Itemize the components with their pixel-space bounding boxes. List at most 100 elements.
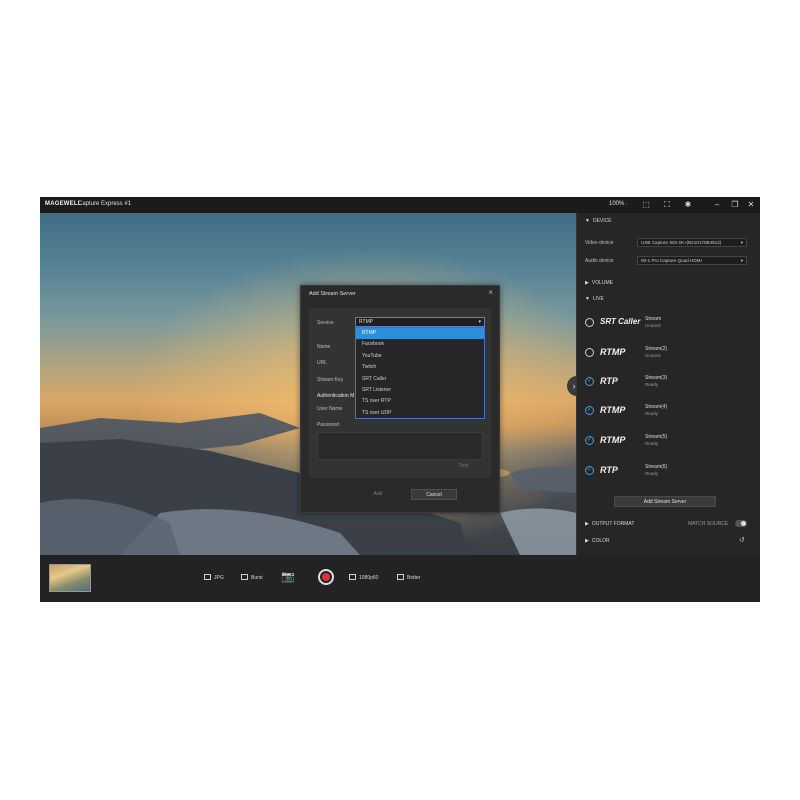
live-stream-row[interactable]: ✓ RTMP Stream(4) Ready xyxy=(585,401,755,423)
stream-name: Stream(3) xyxy=(645,375,668,381)
stream-state: Unused xyxy=(645,323,661,328)
stream-name: Stream(6) xyxy=(645,464,668,470)
camera-icon[interactable]: 📷 xyxy=(279,569,297,585)
stream-protocol: SRT Caller xyxy=(600,317,641,326)
stream-state: Ready xyxy=(645,382,659,387)
chevron-down-icon: ▾ xyxy=(478,319,481,325)
stream-state: Unused xyxy=(645,353,661,358)
chevron-right-icon: ▶ xyxy=(585,538,589,544)
service-label: Service xyxy=(317,320,334,326)
cancel-button[interactable]: Cancel xyxy=(411,489,457,500)
check-circle-icon[interactable]: ✓ xyxy=(585,406,594,415)
service-option[interactable]: Twitch xyxy=(356,362,484,373)
audio-device-value: 00-1 Pro Capture Quad HDMI xyxy=(641,258,702,263)
check-circle-icon[interactable]: ✓ xyxy=(585,466,594,475)
chevron-right-icon: ▶ xyxy=(585,280,589,286)
quality-label: Better xyxy=(407,575,421,581)
brand-logo: MAGEWELL xyxy=(45,201,82,207)
reset-icon[interactable]: ↺ xyxy=(739,536,745,544)
dialog-title: Add Stream Server xyxy=(309,291,356,297)
service-option[interactable]: YouTube xyxy=(356,351,484,362)
service-option[interactable]: SRT Listener xyxy=(356,385,484,396)
service-dropdown-list: RTMP Facebook YouTube Twitch SRT Caller … xyxy=(355,327,485,419)
fullscreen-icon[interactable]: ⛶ xyxy=(662,200,672,210)
check-circle-icon[interactable]: ✓ xyxy=(585,377,594,386)
burst-icon xyxy=(241,574,248,580)
audio-device-select[interactable]: 00-1 Pro Capture Quad HDMI ▾ xyxy=(637,256,747,265)
stream-protocol: RTMP xyxy=(600,435,626,445)
live-stream-row[interactable]: SRT Caller Stream Unused xyxy=(585,313,755,335)
stream-name: Stream xyxy=(645,316,662,322)
live-section-header[interactable]: ▼ LIVE xyxy=(585,296,604,302)
stream-state: Ready xyxy=(645,441,659,446)
video-device-select[interactable]: USB Capture SDI 4K+(B210170B4512) ▾ xyxy=(637,238,747,247)
quality-icon xyxy=(397,574,404,580)
capture-thumbnail[interactable] xyxy=(49,564,91,592)
check-circle-icon[interactable]: ✓ xyxy=(585,436,594,445)
minimize-icon[interactable]: – xyxy=(712,200,722,210)
chevron-down-icon: ▾ xyxy=(740,258,743,263)
volume-header-label: VOLUME xyxy=(591,280,613,286)
url-label: URL xyxy=(317,360,328,366)
live-header-label: LIVE xyxy=(592,296,604,302)
image-icon xyxy=(204,574,211,580)
stream-protocol: RTP xyxy=(600,465,618,475)
device-header-label: DEVICE xyxy=(592,218,612,224)
settings-icon[interactable]: ✱ xyxy=(683,200,693,210)
volume-section-header[interactable]: ▶ VOLUME xyxy=(585,280,613,286)
chevron-down-icon: ▼ xyxy=(585,218,590,224)
live-stream-row[interactable]: ✓ RTP Stream(6) Ready xyxy=(585,461,755,483)
stream-name: Stream(5) xyxy=(645,434,668,440)
stream-name: Stream(4) xyxy=(645,404,668,410)
output-format-section-header[interactable]: ▶ OUTPUT FORMAT xyxy=(585,521,634,527)
match-source-toggle[interactable] xyxy=(735,520,747,527)
service-select-value: RTMP xyxy=(359,319,374,325)
resolution-label: 1080p60 xyxy=(359,575,379,581)
match-source-label: MATCH SOURCE xyxy=(688,521,729,527)
add-button[interactable]: Add xyxy=(353,489,403,500)
snapshot-format-button[interactable]: JPG xyxy=(204,574,224,581)
service-option[interactable]: TS over UDP xyxy=(356,408,484,419)
dialog-body: Service Name URL Stream Key Authenticati… xyxy=(309,308,491,478)
service-option[interactable]: RTMP xyxy=(356,328,484,340)
add-stream-server-button[interactable]: Add Stream Server xyxy=(614,496,716,507)
color-section-header[interactable]: ▶ COLOR xyxy=(585,538,610,544)
restore-icon[interactable]: ❐ xyxy=(730,200,740,210)
device-section-header[interactable]: ▼ DEVICE xyxy=(585,218,612,224)
radio-unchecked-icon[interactable] xyxy=(585,318,594,327)
service-option[interactable]: TS over RTP xyxy=(356,396,484,407)
test-button[interactable]: Test xyxy=(459,463,468,469)
audio-device-label: Audio device xyxy=(585,258,614,264)
burst-button[interactable]: Burst xyxy=(241,574,263,581)
service-option[interactable]: Facebook xyxy=(356,339,484,350)
title-bar: MAGEWELL Capture Express #1 100% . ⬚ ⛶ ✱… xyxy=(40,197,760,213)
stream-protocol: RTMP xyxy=(600,405,626,415)
video-device-label: Video device xyxy=(585,240,614,246)
stream-protocol: RTMP xyxy=(600,347,626,357)
stream-state: Ready xyxy=(645,411,659,416)
radio-unchecked-icon[interactable] xyxy=(585,348,594,357)
stream-key-label: Stream Key xyxy=(317,377,344,383)
color-header-label: COLOR xyxy=(591,538,610,544)
quality-button[interactable]: Better xyxy=(397,574,420,581)
resolution-button[interactable]: 1080p60 xyxy=(349,574,378,581)
service-option[interactable]: SRT Caller xyxy=(356,374,484,385)
close-icon[interactable]: ✕ xyxy=(746,200,756,210)
password-label: Password xyxy=(317,422,339,428)
stream-protocol: RTP xyxy=(600,376,618,386)
name-label: Name xyxy=(317,344,331,350)
chevron-right-icon: ▶ xyxy=(585,521,589,527)
service-select[interactable]: RTMP ▾ xyxy=(355,317,485,327)
app-title: Capture Express #1 xyxy=(78,201,132,207)
live-stream-row[interactable]: ✓ RTP Stream(3) Ready xyxy=(585,372,755,394)
fit-icon[interactable]: ⬚ xyxy=(641,200,651,210)
chevron-down-icon: ▾ xyxy=(740,240,743,245)
username-label: User Name xyxy=(317,406,343,412)
dialog-close-icon[interactable]: × xyxy=(488,288,493,297)
zoom-level[interactable]: 100% . xyxy=(609,201,628,207)
settings-panel: ▼ DEVICE Video device USB Capture SDI 4K+… xyxy=(576,213,760,555)
live-stream-row[interactable]: RTMP Stream(2) Unused xyxy=(585,343,755,365)
record-button[interactable] xyxy=(318,569,334,585)
jpg-label: JPG xyxy=(214,575,224,581)
live-stream-row[interactable]: ✓ RTMP Stream(5) Ready xyxy=(585,431,755,453)
